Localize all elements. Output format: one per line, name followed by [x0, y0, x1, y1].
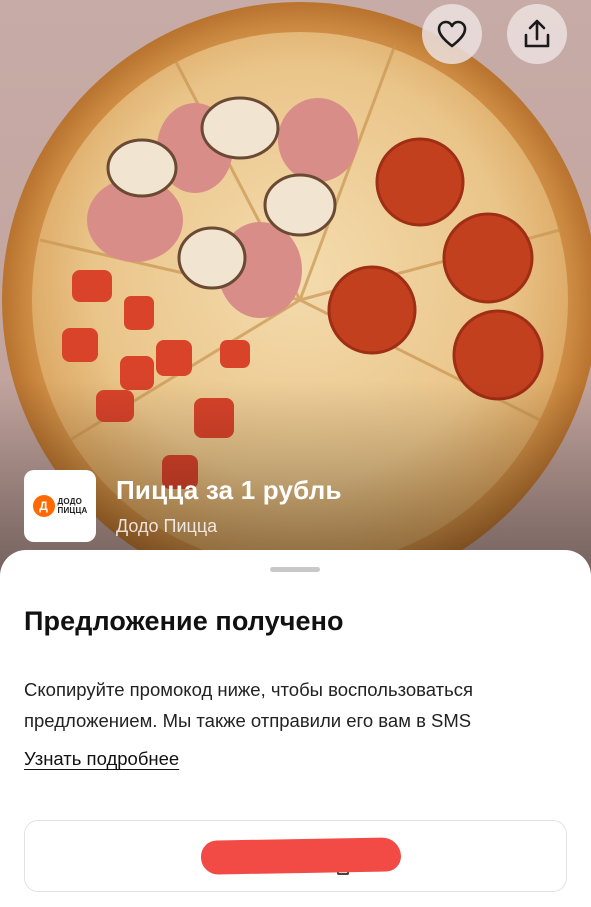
learn-more-link[interactable]: Узнать подробнее [24, 748, 179, 770]
share-button[interactable] [507, 4, 567, 64]
sheet-description: Скопируйте промокод ниже, чтобы воспольз… [24, 679, 474, 731]
merchant-info: Д ДОДО ПИЦЦА Пицца за 1 рубль Додо Пицца [24, 470, 342, 542]
sheet-grabber[interactable] [270, 567, 320, 572]
offer-title: Пицца за 1 рубль [116, 475, 342, 505]
share-upload-icon [524, 19, 550, 48]
logo-text-line1: ДОДО [57, 497, 83, 506]
offer-hero-image: Д ДОДО ПИЦЦА Пицца за 1 рубль Додо Пицца [0, 0, 591, 580]
promo-code-field[interactable] [24, 820, 567, 892]
merchant-name: Додо Пицца [116, 516, 218, 536]
merchant-logo: Д ДОДО ПИЦЦА [24, 470, 96, 542]
sheet-title: Предложение получено [24, 606, 344, 636]
favorite-button[interactable] [422, 4, 482, 64]
logo-text: ДОДО ПИЦЦА [58, 497, 88, 515]
dodo-logo-mark: Д [32, 495, 55, 517]
redaction-mark [200, 837, 402, 875]
heart-icon [437, 20, 467, 48]
bottom-sheet: Предложение получено Скопируйте промокод… [0, 550, 591, 907]
logo-text-line2: ПИЦЦА [57, 506, 88, 515]
